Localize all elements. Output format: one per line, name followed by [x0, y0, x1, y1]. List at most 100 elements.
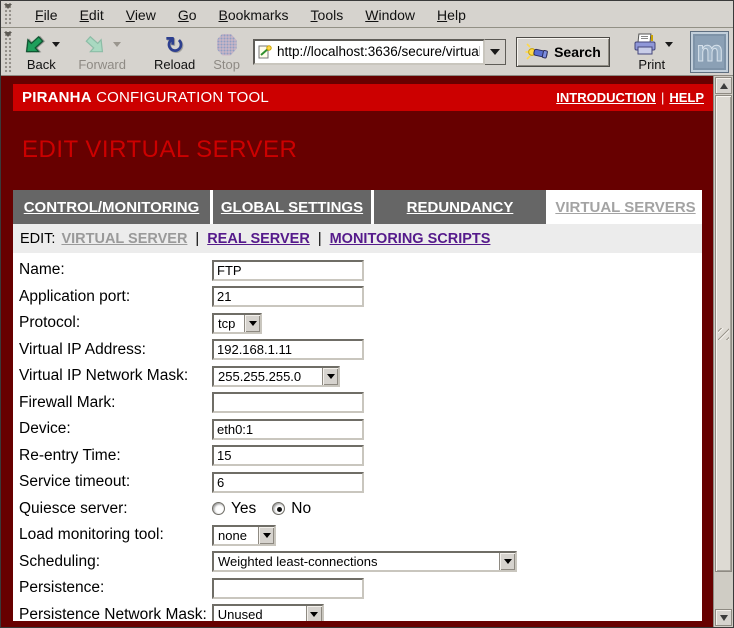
- menu-bar: File Edit View Go Bookmarks Tools Window…: [1, 1, 733, 28]
- field-label: Scheduling:: [19, 553, 212, 571]
- form-row-firewall-mark: Firewall Mark:: [13, 390, 702, 417]
- brand-bar: PIRANHA CONFIGURATION TOOL INTRODUCTION|…: [13, 84, 713, 111]
- stop-button: Stop: [210, 31, 243, 73]
- protocol-select-value: tcp: [214, 315, 244, 332]
- dropdown-arrow-icon: [258, 527, 274, 544]
- dropdown-arrow-icon: [322, 368, 338, 385]
- virtual-ip-network-mask-select[interactable]: 255.255.255.0: [212, 366, 340, 387]
- tab-control-monitoring[interactable]: CONTROL/MONITORING: [13, 190, 210, 224]
- subnav-bar: EDIT: VIRTUAL SERVER | REAL SERVER | MON…: [13, 224, 702, 253]
- search-icon: [525, 43, 549, 61]
- field-label: Application port:: [19, 288, 212, 306]
- scrollbar-thumb[interactable]: [715, 95, 732, 572]
- scroll-down-icon: [720, 615, 728, 621]
- field-label: Name:: [19, 261, 212, 279]
- url-dropdown-icon: [490, 49, 500, 55]
- form-row-protocol: Protocol: tcp: [13, 310, 702, 337]
- browser-viewport: PIRANHA CONFIGURATION TOOL INTRODUCTION|…: [1, 76, 733, 627]
- subnav-current-virtual-server[interactable]: VIRTUAL SERVER: [61, 231, 187, 247]
- form-row-application-port: Application port:: [13, 284, 702, 311]
- introduction-link[interactable]: INTRODUCTION: [556, 90, 656, 105]
- reload-label: Reload: [154, 58, 195, 72]
- brand-title: PIRANHA CONFIGURATION TOOL: [22, 89, 269, 106]
- tab-global-settings[interactable]: GLOBAL SETTINGS: [213, 190, 371, 224]
- menu-tools[interactable]: Tools: [300, 3, 355, 27]
- menu-edit[interactable]: Edit: [69, 3, 115, 27]
- menu-view[interactable]: View: [115, 3, 167, 27]
- tab-redundancy[interactable]: REDUNDANCY: [374, 190, 546, 224]
- url-bar: [253, 39, 506, 65]
- dropdown-arrow-icon: [306, 606, 322, 621]
- vertical-scrollbar[interactable]: [713, 76, 733, 627]
- url-bookmark-icon: [258, 45, 272, 59]
- form-row-name: Name:: [13, 257, 702, 284]
- menu-window[interactable]: Window: [354, 3, 426, 27]
- persistence-input[interactable]: [212, 578, 364, 599]
- scrollbar-down-button[interactable]: [715, 609, 732, 626]
- browser-window: File Edit View Go Bookmarks Tools Window…: [0, 0, 734, 628]
- load-monitoring-tool-select-value: none: [214, 527, 258, 544]
- firewall-mark-input[interactable]: [212, 392, 364, 413]
- field-label: Firewall Mark:: [19, 394, 212, 412]
- menu-help[interactable]: Help: [426, 3, 477, 27]
- field-label: Virtual IP Address:: [19, 341, 212, 359]
- menu-file[interactable]: File: [24, 3, 69, 27]
- mozilla-logo-letter: m: [697, 37, 723, 67]
- reload-button[interactable]: ↻ Reload: [151, 31, 198, 73]
- brand-links: INTRODUCTION|HELP: [556, 90, 704, 105]
- menu-items: File Edit View Go Bookmarks Tools Window…: [14, 2, 477, 27]
- persistence-network-mask-select[interactable]: Unused: [212, 604, 324, 621]
- scheduling-select[interactable]: Weighted least-connections: [212, 551, 517, 572]
- re-entry-time-input[interactable]: [212, 445, 364, 466]
- persistence-network-mask-select-value: Unused: [214, 606, 306, 621]
- form-row-persistence: Persistence:: [13, 575, 702, 602]
- scrollbar-up-button[interactable]: [715, 77, 732, 94]
- print-dropdown-icon[interactable]: [665, 42, 673, 47]
- menubar-grip-handle[interactable]: [3, 3, 13, 26]
- field-label: Protocol:: [19, 314, 212, 332]
- url-field[interactable]: [253, 39, 485, 65]
- print-icon: [631, 33, 659, 57]
- page-title: EDIT VIRTUAL SERVER: [22, 136, 713, 164]
- quiesce-no-label: No: [291, 500, 311, 518]
- url-input[interactable]: [277, 44, 480, 59]
- mozilla-logo[interactable]: m: [690, 31, 729, 73]
- name-input[interactable]: [212, 260, 364, 281]
- quiesce-no-radio[interactable]: [272, 502, 285, 515]
- virtual-ip-address-input[interactable]: [212, 339, 364, 360]
- device-input[interactable]: [212, 419, 364, 440]
- field-label: Re-entry Time:: [19, 447, 212, 465]
- dropdown-arrow-icon: [244, 315, 260, 332]
- load-monitoring-tool-select[interactable]: none: [212, 525, 276, 546]
- help-link[interactable]: HELP: [669, 90, 704, 105]
- form-row-persistence-network-mask: Persistence Network Mask: Unused: [13, 602, 702, 622]
- scroll-up-icon: [720, 83, 728, 89]
- form-row-virtual-ip-network-mask: Virtual IP Network Mask: 255.255.255.0: [13, 363, 702, 390]
- quiesce-yes-radio[interactable]: [212, 502, 225, 515]
- field-label: Device:: [19, 420, 212, 438]
- back-button[interactable]: Back: [19, 31, 63, 73]
- search-label: Search: [554, 44, 601, 60]
- navigation-toolbar: Back Forward ↻ Reload Stop: [1, 28, 733, 76]
- search-button[interactable]: Search: [516, 37, 610, 67]
- protocol-select[interactable]: tcp: [212, 313, 262, 334]
- virtual-ip-network-mask-select-value: 255.255.255.0: [214, 368, 322, 385]
- field-label: Persistence Network Mask:: [19, 606, 207, 621]
- tab-bar: CONTROL/MONITORING GLOBAL SETTINGS REDUN…: [13, 190, 702, 224]
- url-dropdown-button[interactable]: [485, 39, 506, 65]
- menu-bookmarks[interactable]: Bookmarks: [208, 3, 300, 27]
- service-timeout-input[interactable]: [212, 472, 364, 493]
- menu-go[interactable]: Go: [167, 3, 208, 27]
- tab-virtual-servers[interactable]: VIRTUAL SERVERS: [549, 190, 702, 224]
- brand-title-rest: CONFIGURATION TOOL: [92, 89, 269, 106]
- field-label: Quiesce server:: [19, 500, 212, 518]
- subnav-link-monitoring-scripts[interactable]: MONITORING SCRIPTS: [330, 231, 491, 247]
- application-port-input[interactable]: [212, 286, 364, 307]
- subnav-link-real-server[interactable]: REAL SERVER: [207, 231, 310, 247]
- toolbar-grip-handle[interactable]: [3, 31, 12, 73]
- field-label: Persistence:: [19, 579, 212, 597]
- forward-dropdown-icon: [113, 42, 121, 47]
- back-dropdown-icon[interactable]: [52, 42, 60, 47]
- print-button[interactable]: Print: [628, 31, 676, 73]
- piranha-page: PIRANHA CONFIGURATION TOOL INTRODUCTION|…: [1, 76, 713, 627]
